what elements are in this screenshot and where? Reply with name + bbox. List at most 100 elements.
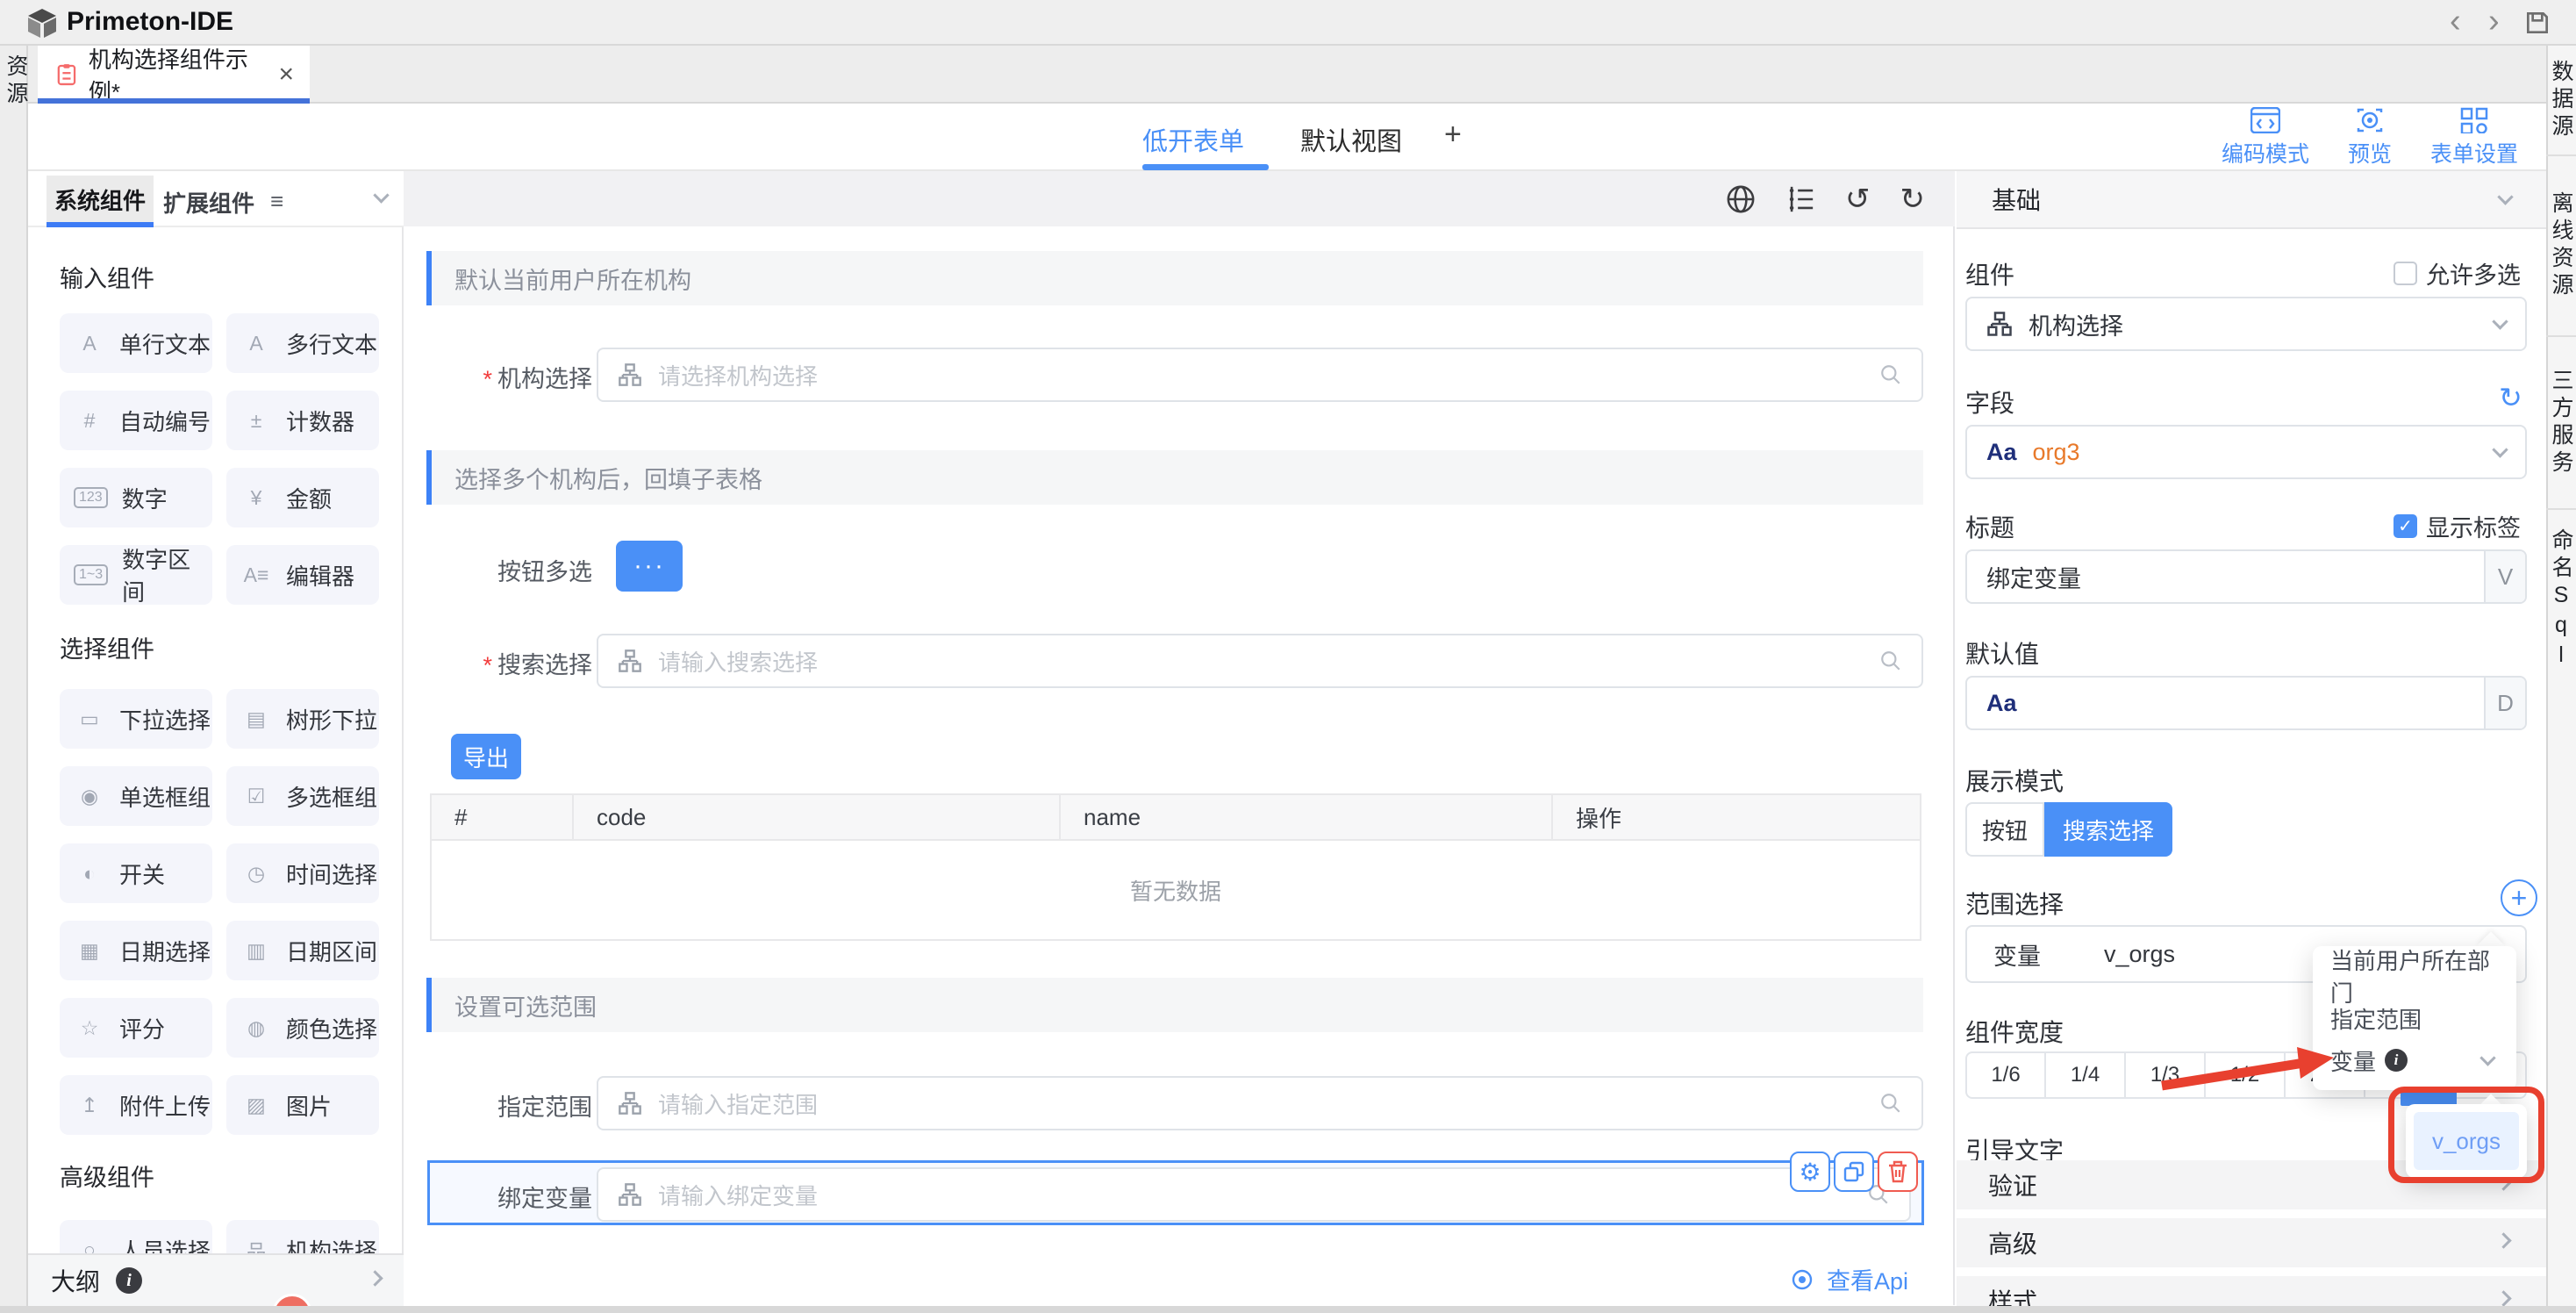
form-file-icon bbox=[57, 62, 76, 87]
bind-variable-input[interactable]: 请输入绑定变量 bbox=[597, 1167, 1911, 1222]
trash-icon bbox=[1887, 1160, 1908, 1183]
component-item-date-range[interactable]: ▥ 日期区间 bbox=[226, 921, 379, 980]
component-item-single-text[interactable]: A 单行文本 bbox=[60, 313, 212, 373]
width-option[interactable]: 1/4 bbox=[2046, 1051, 2126, 1099]
component-settings-button[interactable]: ⚙ bbox=[1790, 1152, 1830, 1192]
view-tab-default-view[interactable]: 默认视图 bbox=[1300, 121, 1402, 158]
i18n-globe-icon[interactable] bbox=[1726, 184, 1756, 214]
outline-bar[interactable]: 大纲 i bbox=[28, 1253, 404, 1306]
refresh-icon[interactable]: ↻ bbox=[2499, 381, 2522, 414]
redo-icon[interactable]: ↻ bbox=[1900, 184, 1926, 214]
basic-section-header[interactable]: 基础 bbox=[1957, 171, 2546, 229]
chevron-right-icon bbox=[2495, 1290, 2511, 1306]
accordion-advanced[interactable]: 高级 bbox=[1957, 1218, 2546, 1267]
component-item-date-picker[interactable]: ▦ 日期选择 bbox=[60, 921, 212, 980]
view-api-link[interactable]: 查看Api bbox=[1788, 1262, 1908, 1296]
form-section-header[interactable]: 选择多个机构后，回填子表格 bbox=[426, 450, 1923, 505]
nav-forward-icon[interactable]: › bbox=[2488, 5, 2500, 37]
assigned-range-input[interactable]: 请输入指定范围 bbox=[597, 1076, 1923, 1130]
search-select-input[interactable]: 请输入搜索选择 bbox=[597, 634, 1923, 688]
allow-multi-checkbox[interactable]: 允许多选 bbox=[2394, 256, 2521, 291]
collapse-chevron-icon bbox=[2497, 189, 2513, 204]
display-mode-property-label: 展示模式 bbox=[1965, 763, 2064, 798]
mode-option-search-select-active[interactable]: 搜索选择 bbox=[2044, 802, 2172, 857]
tab-extension-components[interactable]: 扩展组件 bbox=[163, 186, 254, 219]
export-button[interactable]: 导出 bbox=[451, 734, 521, 779]
component-item-auto-number[interactable]: # 自动编号 bbox=[60, 391, 212, 450]
range-row-type: 变量 bbox=[1967, 937, 2104, 972]
component-item-multi-text[interactable]: A 多行文本 bbox=[226, 313, 379, 373]
component-item-switch[interactable]: ◐ 开关 bbox=[60, 843, 212, 903]
date-picker-icon: ▦ bbox=[74, 939, 105, 963]
form-settings-icon bbox=[2460, 107, 2488, 133]
outline-expand-chevron-icon[interactable] bbox=[367, 1270, 383, 1286]
default-value-toggle[interactable]: D bbox=[2484, 678, 2525, 728]
component-item-time-picker[interactable]: ◷ 时间选择 bbox=[226, 843, 379, 903]
button-multi-field-label: 按钮多选 bbox=[404, 553, 592, 587]
required-asterisk: * bbox=[483, 652, 492, 678]
show-label-checkbox[interactable]: ✓ 显示标签 bbox=[2394, 509, 2521, 543]
add-view-tab-button[interactable]: + bbox=[1444, 118, 1462, 152]
nav-back-icon[interactable]: ‹ bbox=[2450, 5, 2461, 37]
button-multi-select-button[interactable]: ··· bbox=[616, 541, 683, 592]
outline-info-icon: i bbox=[116, 1267, 142, 1294]
right-rail-tab-thirdparty[interactable]: 三方服务 bbox=[2546, 337, 2576, 510]
right-rail-tab-offline[interactable]: 离线资源 bbox=[2546, 156, 2576, 337]
file-tab[interactable]: 机构选择组件示例* × bbox=[38, 46, 310, 104]
preview-button[interactable]: 预览 bbox=[2348, 107, 2392, 169]
outline-tree-icon[interactable] bbox=[1785, 184, 1815, 214]
auto-number-icon: # bbox=[74, 409, 105, 433]
component-item-radio-group[interactable]: ◉ 单选框组 bbox=[60, 766, 212, 826]
color-picker-icon: ◍ bbox=[240, 1016, 272, 1040]
form-section-header[interactable]: 设置可选范围 bbox=[426, 978, 1923, 1032]
file-tab-close-icon[interactable]: × bbox=[278, 60, 294, 90]
file-tab-strip bbox=[28, 46, 2546, 104]
undo-icon[interactable]: ↺ bbox=[1845, 184, 1871, 214]
title-input[interactable]: 绑定变量 V bbox=[1965, 549, 2527, 604]
component-width-property-label: 组件宽度 bbox=[1965, 1014, 2064, 1049]
component-item-editor[interactable]: A≡ 编辑器 bbox=[226, 545, 379, 605]
component-item-image[interactable]: ▨ 图片 bbox=[226, 1075, 379, 1135]
bind-variable-field-label: 绑定变量 bbox=[404, 1180, 592, 1214]
mode-option-button[interactable]: 按钮 bbox=[1965, 802, 2044, 857]
range-row-value: v_orgs bbox=[2104, 941, 2175, 968]
component-delete-button[interactable] bbox=[1878, 1152, 1918, 1192]
view-tab-lowcode-form[interactable]: 低开表单 bbox=[1142, 121, 1244, 158]
save-icon[interactable] bbox=[2523, 9, 2551, 37]
component-type-select[interactable]: 机构选择 bbox=[1965, 297, 2527, 351]
component-item-checkbox-group[interactable]: ☑ 多选框组 bbox=[226, 766, 379, 826]
add-range-button[interactable]: + bbox=[2501, 879, 2537, 916]
component-item-attachment-upload[interactable]: ↥ 附件上传 bbox=[60, 1075, 212, 1135]
left-rail-tab-resources[interactable]: 资源 bbox=[2, 54, 30, 109]
component-item-rating[interactable]: ☆ 评分 bbox=[60, 998, 212, 1058]
checkbox-checked[interactable]: ✓ bbox=[2394, 514, 2417, 538]
checkbox-unchecked[interactable] bbox=[2394, 262, 2417, 285]
tab-system-components[interactable]: 系统组件 bbox=[47, 176, 154, 223]
default-value-input[interactable]: Aa D bbox=[1965, 676, 2527, 730]
width-option[interactable]: 1/6 bbox=[1965, 1051, 2046, 1099]
section-title-input-components: 输入组件 bbox=[60, 260, 154, 294]
component-list-icon[interactable]: ≡ bbox=[270, 188, 283, 215]
code-mode-button[interactable]: 编码模式 bbox=[2222, 107, 2309, 169]
right-rail-tab-namedsql[interactable]: 命名Sql bbox=[2546, 510, 2576, 691]
component-item-number-range[interactable]: 1~3 数字区间 bbox=[60, 545, 212, 605]
component-item-number[interactable]: 123 数字 bbox=[60, 468, 212, 527]
radio-group-icon: ◉ bbox=[74, 785, 105, 808]
component-item-dropdown[interactable]: ▭ 下拉选择 bbox=[60, 689, 212, 749]
dropdown-option-current-dept[interactable]: 当前用户所在部门 bbox=[2313, 955, 2516, 997]
chevron-down-icon bbox=[2492, 441, 2508, 457]
component-copy-button[interactable] bbox=[1834, 1152, 1874, 1192]
right-rail-tab-datasource[interactable]: 数据源 bbox=[2546, 46, 2576, 156]
form-section-header[interactable]: 默认当前用户所在机构 bbox=[426, 251, 1923, 305]
title-variable-toggle[interactable]: V bbox=[2484, 551, 2525, 602]
rating-star-icon: ☆ bbox=[74, 1016, 105, 1040]
component-item-counter[interactable]: ± 计数器 bbox=[226, 391, 379, 450]
file-tab-title: 机构选择组件示例* bbox=[89, 42, 263, 107]
field-select[interactable]: Aa org3 bbox=[1965, 425, 2527, 479]
bottom-strip bbox=[0, 1306, 2576, 1313]
component-item-color-picker[interactable]: ◍ 颜色选择 bbox=[226, 998, 379, 1058]
form-settings-button[interactable]: 表单设置 bbox=[2430, 107, 2518, 169]
org-select-input[interactable]: 请选择机构选择 bbox=[597, 348, 1923, 402]
component-item-amount[interactable]: ¥ 金额 bbox=[226, 468, 379, 527]
component-item-tree-dropdown[interactable]: ▤ 树形下拉 bbox=[226, 689, 379, 749]
